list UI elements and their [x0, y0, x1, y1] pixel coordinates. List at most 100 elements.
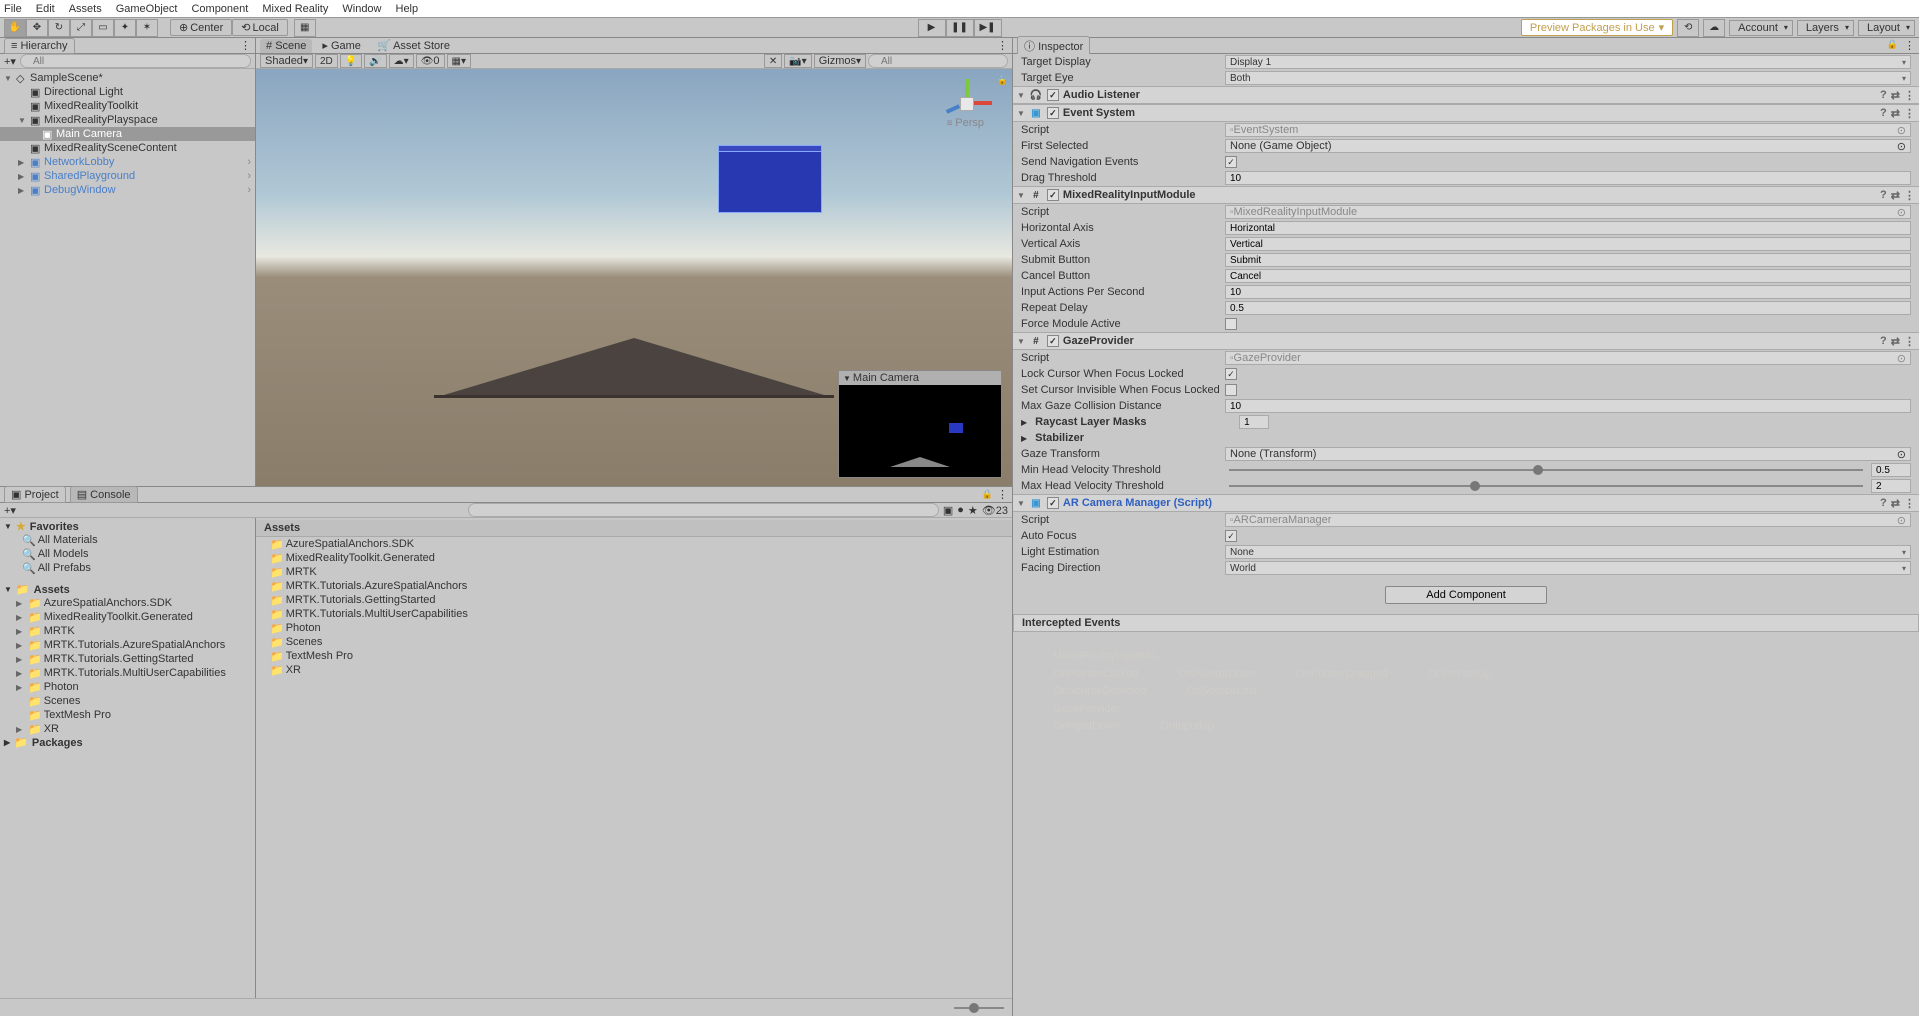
layers-dropdown[interactable]: Layers: [1797, 20, 1854, 36]
target-display-dropdown[interactable]: Display 1: [1225, 55, 1911, 69]
list-item[interactable]: 📁 MRTK.Tutorials.GettingStarted: [256, 593, 1012, 607]
folder-item[interactable]: ▶📁 MixedRealityToolkit.Generated: [0, 610, 255, 624]
camera-icon[interactable]: 📷▾: [784, 54, 811, 68]
list-item[interactable]: 📁 XR: [256, 663, 1012, 677]
filter-icon[interactable]: ●: [957, 504, 964, 516]
create-dropdown[interactable]: +▾: [4, 504, 16, 517]
folder-item[interactable]: ▶📁 MRTK.Tutorials.GettingStarted: [0, 652, 255, 666]
space-toggle[interactable]: ⟲Local: [232, 19, 288, 36]
checkbox[interactable]: [1225, 318, 1237, 330]
slider[interactable]: [1229, 485, 1863, 487]
projection-label[interactable]: ≡ Persp: [947, 117, 984, 129]
snap-toggle[interactable]: ▦: [294, 19, 316, 37]
help-icon[interactable]: ?: [1880, 107, 1887, 120]
menu-mixedreality[interactable]: Mixed Reality: [262, 3, 328, 15]
draw-mode-dropdown[interactable]: Shaded ▾: [260, 54, 313, 68]
menu-assets[interactable]: Assets: [69, 3, 102, 15]
menu-icon[interactable]: ⋮: [1904, 497, 1915, 510]
add-component-button[interactable]: Add Component: [1385, 586, 1547, 604]
checkbox[interactable]: [1225, 384, 1237, 396]
audio-listener-component[interactable]: ▼🎧✓Audio Listener?⇄⋮: [1013, 86, 1919, 104]
enable-checkbox[interactable]: ✓: [1047, 335, 1059, 347]
audio-toggle[interactable]: 🔊: [364, 54, 386, 68]
menu-help[interactable]: Help: [396, 3, 419, 15]
filter-icon[interactable]: ★: [968, 504, 978, 517]
scene-viewport[interactable]: 🔒 ≡ Persp ▼Main Camera: [256, 69, 1012, 486]
text-input[interactable]: [1225, 269, 1911, 283]
hierarchy-search[interactable]: [20, 54, 251, 68]
tree-item[interactable]: ▶▣SharedPlayground›: [0, 169, 255, 183]
menu-file[interactable]: File: [4, 3, 22, 15]
asset-store-tab[interactable]: 🛒 Asset Store: [371, 38, 456, 53]
lock-icon[interactable]: 🔒: [982, 489, 993, 500]
object-field[interactable]: None (Game Object)⊙: [1225, 139, 1911, 153]
target-eye-dropdown[interactable]: Both: [1225, 71, 1911, 85]
folder-item[interactable]: ▶📁 MRTK.Tutorials.MultiUserCapabilities: [0, 666, 255, 680]
hand-tool[interactable]: ✋: [4, 19, 26, 37]
gizmo-center[interactable]: [960, 97, 974, 111]
preset-icon[interactable]: ⇄: [1891, 497, 1900, 510]
custom-tool[interactable]: ✶: [136, 19, 158, 37]
console-tab[interactable]: ▤ Console: [70, 486, 138, 503]
scene-tab[interactable]: # Scene: [260, 39, 312, 53]
menu-icon[interactable]: ⋮: [1904, 89, 1915, 102]
list-item[interactable]: 📁 Photon: [256, 621, 1012, 635]
panel-menu-icon[interactable]: ⋮: [997, 39, 1008, 52]
prop-label[interactable]: Raycast Layer Masks: [1035, 416, 1235, 428]
gaze-component[interactable]: ▼#✓GazeProvider?⇄⋮: [1013, 332, 1919, 350]
list-item[interactable]: 📁 AzureSpatialAnchors.SDK: [256, 537, 1012, 551]
2d-toggle[interactable]: 2D: [315, 54, 338, 68]
text-input[interactable]: [1225, 221, 1911, 235]
game-tab[interactable]: ▸ Game: [316, 38, 367, 53]
pause-button[interactable]: ❚❚: [946, 19, 974, 37]
inspector-tab[interactable]: ⓘ Inspector: [1017, 36, 1090, 56]
create-dropdown[interactable]: +▾: [4, 55, 16, 68]
rotate-tool[interactable]: ↻: [48, 19, 70, 37]
folder-item[interactable]: ▶📁 MRTK.Tutorials.AzureSpatialAnchors: [0, 638, 255, 652]
number-input[interactable]: [1871, 479, 1911, 493]
preset-icon[interactable]: ⇄: [1891, 335, 1900, 348]
lock-icon[interactable]: 🔒: [1887, 39, 1898, 52]
list-item[interactable]: 📁 TextMesh Pro: [256, 649, 1012, 663]
fx-toggle[interactable]: ☁▾: [389, 54, 414, 68]
folder-item[interactable]: 📁 Scenes: [0, 694, 255, 708]
checkbox[interactable]: ✓: [1225, 368, 1237, 380]
tree-item[interactable]: ▶▣DebugWindow›: [0, 183, 255, 197]
hidden-count[interactable]: 👁23: [982, 504, 1008, 517]
number-input[interactable]: [1225, 399, 1911, 413]
preset-icon[interactable]: ⇄: [1891, 189, 1900, 202]
panel-menu-icon[interactable]: ⋮: [1904, 39, 1915, 52]
menu-window[interactable]: Window: [342, 3, 381, 15]
hierarchy-tab[interactable]: ≡ Hierarchy: [4, 38, 75, 54]
list-item[interactable]: 📁 Scenes: [256, 635, 1012, 649]
grid-toggle[interactable]: ▦▾: [447, 54, 471, 68]
text-input[interactable]: [1225, 237, 1911, 251]
rect-tool[interactable]: ▭: [92, 19, 114, 37]
menu-component[interactable]: Component: [191, 3, 248, 15]
help-icon[interactable]: ?: [1880, 89, 1887, 102]
help-icon[interactable]: ?: [1880, 497, 1887, 510]
layout-dropdown[interactable]: Layout: [1858, 20, 1915, 36]
dropdown[interactable]: World: [1225, 561, 1911, 575]
panel-menu-icon[interactable]: ⋮: [997, 488, 1008, 501]
folder-item[interactable]: 📁 TextMesh Pro: [0, 708, 255, 722]
checkbox[interactable]: ✓: [1225, 530, 1237, 542]
gizmo-x-axis[interactable]: [974, 101, 992, 105]
number-input[interactable]: [1225, 285, 1911, 299]
dropdown[interactable]: None: [1225, 545, 1911, 559]
list-item[interactable]: 📁 MRTK.Tutorials.AzureSpatialAnchors: [256, 579, 1012, 593]
enable-checkbox[interactable]: ✓: [1047, 189, 1059, 201]
packages-header[interactable]: ▶📁 Packages: [0, 736, 255, 749]
favorites-header[interactable]: ▼★Favorites: [0, 520, 255, 533]
mrim-component[interactable]: ▼#✓MixedRealityInputModule?⇄⋮: [1013, 186, 1919, 204]
list-item[interactable]: 📁 MixedRealityToolkit.Generated: [256, 551, 1012, 565]
tree-item-selected[interactable]: ▣Main Camera: [0, 127, 255, 141]
menu-gameobject[interactable]: GameObject: [116, 3, 178, 15]
account-dropdown[interactable]: Account: [1729, 20, 1793, 36]
assets-header[interactable]: ▼📁 Assets: [0, 583, 255, 596]
enable-checkbox[interactable]: ✓: [1047, 107, 1059, 119]
help-icon[interactable]: ?: [1880, 189, 1887, 202]
gizmo-y-axis[interactable]: [965, 79, 969, 97]
preset-icon[interactable]: ⇄: [1891, 107, 1900, 120]
menu-edit[interactable]: Edit: [36, 3, 55, 15]
